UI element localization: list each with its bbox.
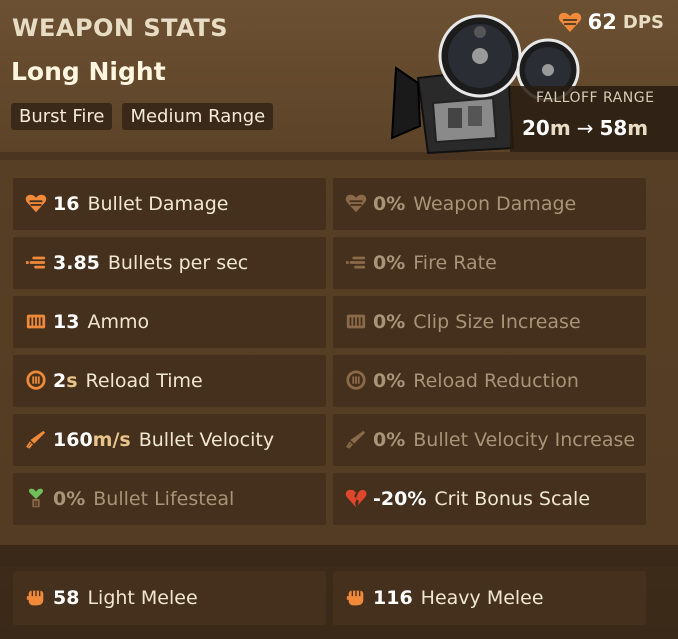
- stat-value: 0%: [373, 370, 406, 392]
- falloff-title: FALLOFF RANGE: [536, 90, 655, 106]
- melee-label: Light Melee: [87, 587, 198, 609]
- stat-value: 0%: [373, 311, 406, 333]
- reload-icon: [345, 370, 367, 392]
- stat-value: 0%: [53, 488, 86, 510]
- stat-value: 2s: [53, 370, 78, 392]
- stat-label: Bullets per sec: [107, 252, 249, 274]
- dps-readout: 62 DPS: [558, 10, 664, 34]
- melee-label: Heavy Melee: [420, 587, 544, 609]
- stat-value: 16: [53, 193, 80, 215]
- stat-value: 13: [53, 311, 80, 333]
- stat-label: Weapon Damage: [413, 193, 577, 215]
- stat-bullet-lifesteal: 0% Bullet Lifesteal: [13, 473, 326, 525]
- tag-list: Burst Fire Medium Range: [11, 103, 274, 130]
- melee-heavy-melee: 116 Heavy Melee: [333, 571, 646, 625]
- stat-label: Bullet Velocity Increase: [413, 429, 636, 451]
- stat-bullets-per-sec: 3.85 Bullets per sec: [13, 237, 326, 289]
- ammo-clip-icon: [345, 311, 367, 333]
- heart-bullet-icon: [558, 12, 581, 32]
- stat-clip-size-increase: 0% Clip Size Increase: [333, 296, 646, 348]
- bullets-fire-rate-icon: [345, 252, 367, 274]
- section-title: WEAPON STATS: [12, 14, 229, 42]
- stat-label: Fire Rate: [413, 252, 497, 274]
- tag-medium-range: Medium Range: [122, 103, 274, 130]
- melee-value: 58: [53, 587, 80, 609]
- stat-label: Bullet Damage: [87, 193, 229, 215]
- melee-light-melee: 58 Light Melee: [13, 571, 326, 625]
- fist-icon: [25, 587, 47, 609]
- bullet-velocity-icon: [25, 429, 47, 451]
- stat-weapon-damage: 0% Weapon Damage: [333, 178, 646, 230]
- reload-icon: [25, 370, 47, 392]
- stat-label: Bullet Velocity: [138, 429, 275, 451]
- falloff-range: FALLOFF RANGE 20m → 58m: [510, 86, 678, 152]
- stat-crit-bonus-scale: -20% Crit Bonus Scale: [333, 473, 646, 525]
- stat-reload-time: 2s Reload Time: [13, 355, 326, 407]
- arrow-right-icon: →: [576, 116, 594, 140]
- stat-bullet-velocity-increase: 0% Bullet Velocity Increase: [333, 414, 646, 466]
- weapon-name: Long Night: [11, 57, 166, 86]
- fist-icon: [345, 587, 367, 609]
- stat-label: Reload Reduction: [413, 370, 579, 392]
- stat-ammo: 13 Ammo: [13, 296, 326, 348]
- weapon-stats-panel: WEAPON STATS Long Night Burst Fire Mediu…: [0, 0, 678, 639]
- stat-label: Ammo: [87, 311, 150, 333]
- stat-fire-rate: 0% Fire Rate: [333, 237, 646, 289]
- divider: [0, 545, 678, 567]
- falloff-start: 20m: [522, 116, 571, 140]
- stat-value: 0%: [373, 252, 406, 274]
- broken-heart-icon: [345, 488, 367, 510]
- bullet-velocity-icon: [345, 429, 367, 451]
- dps-value: 62: [587, 10, 617, 34]
- stat-label: Clip Size Increase: [413, 311, 581, 333]
- stat-label: Bullet Lifesteal: [93, 488, 235, 510]
- stat-value: 3.85: [53, 252, 100, 274]
- stat-label: Crit Bonus Scale: [434, 488, 591, 510]
- tag-burst-fire: Burst Fire: [11, 103, 113, 130]
- stat-label: Reload Time: [85, 370, 203, 392]
- stat-value: 0%: [373, 193, 406, 215]
- melee-value: 116: [373, 587, 413, 609]
- lifesteal-icon: [25, 488, 47, 510]
- stat-reload-reduction: 0% Reload Reduction: [333, 355, 646, 407]
- stat-bullet-velocity: 160m/s Bullet Velocity: [13, 414, 326, 466]
- stat-value: 0%: [373, 429, 406, 451]
- stat-value: 160m/s: [53, 429, 131, 451]
- dps-unit: DPS: [622, 11, 664, 33]
- stat-bullet-damage: 16 Bullet Damage: [13, 178, 326, 230]
- heart-bullet-icon: [345, 193, 367, 215]
- stat-value: -20%: [373, 488, 427, 510]
- falloff-end: 58m: [599, 116, 649, 140]
- ammo-clip-icon: [25, 311, 47, 333]
- heart-bullet-icon: [25, 193, 47, 215]
- bullets-fire-rate-icon: [25, 252, 47, 274]
